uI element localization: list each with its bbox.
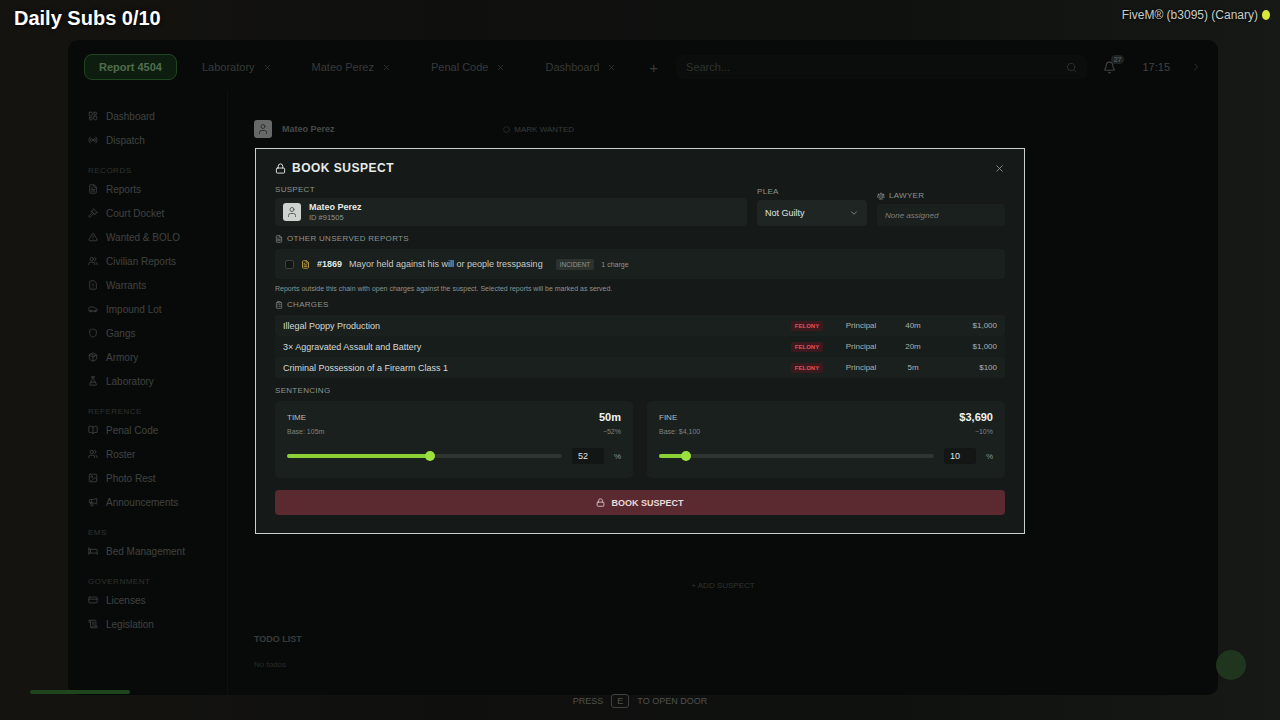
charge-time: 5m bbox=[893, 363, 933, 372]
lock-icon bbox=[275, 163, 286, 174]
sentencing-title: FINE bbox=[659, 413, 677, 422]
game-screen: Report 4504LaboratoryMateo PerezPenal Co… bbox=[0, 0, 1280, 720]
sentencing-change: −10% bbox=[975, 428, 993, 435]
charge-fine: $1,000 bbox=[933, 321, 997, 330]
sentencing-label: SENTENCING bbox=[275, 386, 1005, 395]
suspect-card: Mateo PerezID #91505 bbox=[275, 198, 747, 226]
unserved-note: Reports outside this chain with open cha… bbox=[275, 285, 1005, 292]
report-checkbox[interactable] bbox=[285, 260, 294, 269]
sentencing-value: $3,690 bbox=[959, 411, 993, 423]
sentencing-section: SENTENCING TIME 50m Base: 105m −52% 52% FINE $3… bbox=[275, 386, 1005, 478]
charge-class-badge: FELONY bbox=[791, 321, 823, 331]
slider-fill bbox=[287, 454, 430, 458]
sentencing-change: −52% bbox=[603, 428, 621, 435]
charge-class-badge: FELONY bbox=[791, 342, 823, 352]
unserved-label: OTHER UNSERVED REPORTS bbox=[275, 234, 1005, 243]
report-number: #1869 bbox=[317, 259, 342, 269]
sentencing-base: Base: $4,100 bbox=[659, 428, 700, 435]
lock-icon bbox=[596, 498, 605, 507]
sentencing-base: Base: 105m bbox=[287, 428, 324, 435]
lime-icon bbox=[1262, 10, 1270, 20]
client-version: FiveM® (b3095) (Canary) bbox=[1122, 8, 1270, 22]
sentencing-card: FINE $3,690 Base: $4,100 −10% 10% bbox=[647, 401, 1005, 478]
charge-role: Principal bbox=[829, 321, 893, 330]
lawyer-label: LAWYER bbox=[877, 191, 1005, 200]
close-button[interactable] bbox=[994, 163, 1005, 174]
charge-row: Criminal Possession of a Firearm Class 1… bbox=[275, 357, 1005, 378]
charge-time: 20m bbox=[893, 342, 933, 351]
document-icon bbox=[275, 235, 283, 243]
modal-title: BOOK SUSPECT bbox=[275, 161, 394, 175]
reduction-input[interactable]: 10 bbox=[944, 448, 976, 464]
sentencing-value: 50m bbox=[599, 411, 621, 423]
reduction-slider[interactable] bbox=[287, 454, 562, 458]
unserved-section: OTHER UNSERVED REPORTS #1869 Mayor held ag… bbox=[275, 234, 1005, 292]
charge-role: Principal bbox=[829, 363, 893, 372]
charge-class-badge: FELONY bbox=[791, 363, 823, 373]
book-suspect-button[interactable]: BOOK SUSPECT bbox=[275, 490, 1005, 515]
slider-knob[interactable] bbox=[425, 451, 435, 461]
modal-header: BOOK SUSPECT bbox=[275, 161, 1005, 175]
suspect-row: SUSPECT Mateo PerezID #91505 PLEA Not Guilt… bbox=[275, 185, 1005, 226]
plea-label: PLEA bbox=[757, 187, 867, 196]
charge-name: Criminal Possession of a Firearm Class 1 bbox=[283, 363, 785, 373]
charge-time: 40m bbox=[893, 321, 933, 330]
lawyer-field[interactable]: None assigned bbox=[877, 204, 1005, 226]
reduction-slider[interactable] bbox=[659, 454, 934, 458]
avatar bbox=[283, 203, 301, 221]
report-charge-count: 1 charge bbox=[601, 261, 628, 268]
charge-list: Illegal Poppy ProductionFELONYPrincipal4… bbox=[275, 315, 1005, 378]
suspect-label: SUSPECT bbox=[275, 185, 747, 194]
book-suspect-modal: BOOK SUSPECT SUSPECT Mateo PerezID #91505 P… bbox=[255, 148, 1025, 534]
report-title: Mayor held against his will or people tr… bbox=[349, 259, 543, 269]
suspect-id: ID #91505 bbox=[309, 213, 362, 222]
slider-knob[interactable] bbox=[681, 451, 691, 461]
reduction-input[interactable]: 52 bbox=[572, 448, 604, 464]
report-type-badge: INCIDENT bbox=[556, 259, 595, 270]
charge-name: 3× Aggravated Assault and Battery bbox=[283, 342, 785, 352]
suspect-name: Mateo Perez bbox=[309, 202, 362, 212]
charge-name: Illegal Poppy Production bbox=[283, 321, 785, 331]
chevron-down-icon bbox=[849, 208, 859, 218]
scale-icon bbox=[877, 192, 885, 200]
charge-fine: $1,000 bbox=[933, 342, 997, 351]
charge-fine: $100 bbox=[933, 363, 997, 372]
close-icon bbox=[994, 163, 1005, 174]
charges-section: CHARGES Illegal Poppy Production FELONY Pri… bbox=[275, 300, 1005, 378]
unit: % bbox=[614, 452, 621, 461]
clipboard-icon bbox=[275, 301, 283, 309]
sentencing-card: TIME 50m Base: 105m −52% 52% bbox=[275, 401, 633, 478]
charge-row: 3× Aggravated Assault and Battery FELONY P… bbox=[275, 336, 1005, 357]
unit: % bbox=[986, 452, 993, 461]
daily-subs: Daily Subs 0/10 bbox=[14, 7, 161, 30]
person-icon bbox=[286, 206, 298, 218]
charge-row: Illegal Poppy Production FELONY Principal4… bbox=[275, 315, 1005, 336]
document-icon bbox=[301, 260, 310, 269]
unserved-report-row[interactable]: #1869 Mayor held against his will or peop… bbox=[275, 249, 1005, 279]
plea-select[interactable]: Not Guilty bbox=[757, 200, 867, 226]
sentencing-title: TIME bbox=[287, 413, 306, 422]
charges-label: CHARGES bbox=[275, 300, 1005, 309]
charge-role: Principal bbox=[829, 342, 893, 351]
